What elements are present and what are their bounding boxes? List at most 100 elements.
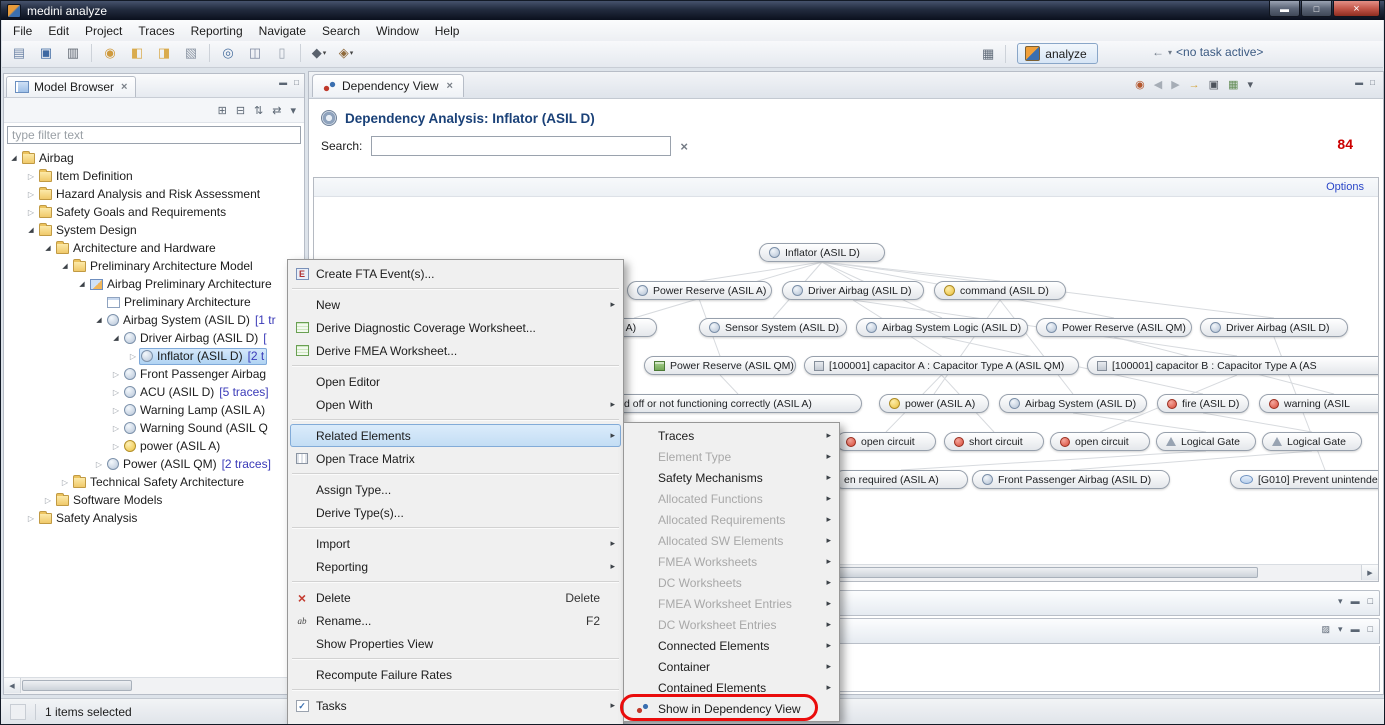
graph-node-g010-prevent-unintended-d[interactable]: [G010] Prevent unintended d [1230, 470, 1379, 489]
menu-window[interactable]: Window [368, 22, 427, 40]
expand-arrow-icon[interactable]: ◢ [110, 334, 122, 342]
sort-icon[interactable]: ⇅ [254, 104, 263, 117]
scrollbar-thumb[interactable] [22, 680, 132, 691]
graph-node-power-reserve-asil-qm[interactable]: Power Reserve (ASIL QM) [644, 356, 796, 375]
view-menu-icon[interactable]: ▾ [1338, 624, 1343, 635]
comment-icon[interactable]: ◉ [97, 43, 123, 63]
expand-arrow-icon[interactable]: ◢ [42, 244, 54, 252]
expand-arrow-icon[interactable]: ◢ [25, 226, 37, 234]
tab-model-browser[interactable]: Model Browser × [6, 76, 136, 97]
expand-arrow-icon[interactable]: ▷ [110, 388, 122, 397]
tree-item-warning-sound-asil-q[interactable]: ▷Warning Sound (ASIL Q [4, 419, 304, 437]
submenu-item-show-in-dependency-view[interactable]: Show in Dependency View [626, 698, 837, 719]
tab-dependency-view[interactable]: Dependency View × [312, 74, 464, 97]
tree-item-item-definition[interactable]: ▷Item Definition [4, 167, 304, 185]
back-icon[interactable]: ◀ [1154, 78, 1162, 91]
graph-node-driver-airbag-asil-d[interactable]: Driver Airbag (ASIL D) [782, 281, 924, 300]
perspective-analyze-button[interactable]: analyze [1017, 43, 1097, 64]
graph-node-warning-asil[interactable]: warning (ASIL [1259, 394, 1379, 413]
view-menu-icon[interactable]: ▾ [1338, 596, 1343, 607]
expand-arrow-icon[interactable]: ▷ [110, 406, 122, 415]
expand-arrow-icon[interactable]: ▷ [25, 190, 37, 199]
tree-item-power-asil-a[interactable]: ▷power (ASIL A) [4, 437, 304, 455]
graph-node-open-circuit[interactable]: open circuit [1050, 432, 1150, 451]
expand-arrow-icon[interactable]: ▷ [25, 208, 37, 217]
expand-arrow-icon[interactable]: ▷ [110, 370, 122, 379]
menu-navigate[interactable]: Navigate [251, 22, 314, 40]
submenu-item-connected-elements[interactable]: Connected Elements▸ [626, 635, 837, 656]
tree-item-software-models[interactable]: ▷Software Models [4, 491, 304, 509]
tree-item-front-passenger-airbag[interactable]: ▷Front Passenger Airbag [4, 365, 304, 383]
maximize-view-icon[interactable]: □ [1370, 78, 1375, 87]
graph-node-logical-gate[interactable]: Logical Gate [1156, 432, 1256, 451]
tree-item-technical-safety-architecture[interactable]: ▷Technical Safety Architecture [4, 473, 304, 491]
expand-arrow-icon[interactable]: ◢ [76, 280, 88, 288]
menu-item-validate[interactable]: ✓Validate [290, 717, 621, 725]
menu-help[interactable]: Help [427, 22, 468, 40]
graph-node-front-passenger-airbag-asil-d[interactable]: Front Passenger Airbag (ASIL D) [972, 470, 1170, 489]
expand-arrow-icon[interactable]: ▷ [42, 496, 54, 505]
menu-item-show-properties-view[interactable]: Show Properties View [290, 632, 621, 655]
open-model-icon[interactable]: ◧ [124, 43, 150, 63]
import-model-icon[interactable]: ◨ [151, 43, 177, 63]
menu-item-reporting[interactable]: Reporting▸ [290, 555, 621, 578]
graph-node-fire-asil-d[interactable]: fire (ASIL D) [1157, 394, 1249, 413]
menu-item-create-fta-event-s[interactable]: ECreate FTA Event(s)... [290, 262, 621, 285]
tree-item-hazard-analysis-and-risk-assessment[interactable]: ▷Hazard Analysis and Risk Assessment [4, 185, 304, 203]
expand-arrow-icon[interactable]: ▷ [110, 424, 122, 433]
snapshot-icon[interactable]: ▣ [1209, 78, 1219, 91]
graph-node-sensor-system-asil-d[interactable]: Sensor System (ASIL D) [699, 318, 847, 337]
compare-icon[interactable]: ◫ [242, 43, 268, 63]
graph-node-short-circuit[interactable]: short circuit [944, 432, 1044, 451]
menu-item-derive-type-s[interactable]: Derive Type(s)... [290, 501, 621, 524]
toolbar-icon[interactable]: ▨ [1322, 624, 1331, 635]
minimize-icon[interactable]: ▬ [1351, 596, 1360, 607]
expand-all-icon[interactable]: ⊞ [218, 104, 227, 117]
menu-item-open-trace-matrix[interactable]: Open Trace Matrix [290, 447, 621, 470]
menu-item-derive-fmea-worksheet[interactable]: Derive FMEA Worksheet... [290, 339, 621, 362]
report-icon[interactable]: ▯ [269, 43, 295, 63]
titlebar[interactable]: medini analyze ▬ □ × [1, 1, 1384, 20]
tree-item-safety-analysis[interactable]: ▷Safety Analysis [4, 509, 304, 527]
pin-dependency-icon[interactable]: ◉ [1135, 78, 1145, 91]
style-icon[interactable]: ◈▾ [333, 43, 359, 63]
maximize-icon[interactable]: □ [1368, 624, 1373, 635]
chart-icon[interactable]: ▦ [1228, 78, 1238, 91]
tree-item-power-asil-qm[interactable]: ▷Power (ASIL QM)[2 traces] [4, 455, 304, 473]
graph-node-command-asil-d[interactable]: command (ASIL D) [934, 281, 1066, 300]
maximize-view-icon[interactable]: □ [294, 78, 299, 87]
collapse-all-icon[interactable]: ⊟ [236, 104, 245, 117]
maximize-window-button[interactable]: □ [1301, 1, 1332, 17]
tree-item-preliminary-architecture-model[interactable]: ◢Preliminary Architecture Model [4, 257, 304, 275]
minimize-view-icon[interactable]: ▬ [279, 78, 287, 87]
tree-item-airbag[interactable]: ◢Airbag [4, 149, 304, 167]
tree-item-warning-lamp-asil-a[interactable]: ▷Warning Lamp (ASIL A) [4, 401, 304, 419]
tree-item-airbag-system-asil-d[interactable]: ◢Airbag System (ASIL D)[1 tr [4, 311, 304, 329]
graph-node-inflator-asil-d[interactable]: Inflator (ASIL D) [759, 243, 885, 262]
graph-node-airbag-system-asil-d[interactable]: Airbag System (ASIL D) [999, 394, 1147, 413]
menu-edit[interactable]: Edit [40, 22, 77, 40]
menu-item-rename[interactable]: abRename...F2 [290, 609, 621, 632]
close-icon[interactable]: × [447, 80, 453, 92]
tree-item-architecture-and-hardware[interactable]: ◢Architecture and Hardware [4, 239, 304, 257]
menu-project[interactable]: Project [77, 22, 130, 40]
graph-node-power-asil-a[interactable]: power (ASIL A) [879, 394, 989, 413]
menu-item-tasks[interactable]: ✓Tasks▸ [290, 694, 621, 717]
graph-node-100001-capacitor-a-capacitor-type-a-asil-qm[interactable]: [100001] capacitor A : Capacitor Type A … [804, 356, 1079, 375]
scroll-right-icon[interactable]: ▶ [1361, 565, 1378, 580]
menu-reporting[interactable]: Reporting [183, 22, 251, 40]
tree-hscrollbar[interactable]: ◀ ▶ [4, 677, 304, 694]
menu-traces[interactable]: Traces [130, 22, 182, 40]
print-icon[interactable]: ▥ [60, 43, 86, 63]
graph-node-100001-capacitor-b-capacitor-type-a-as[interactable]: [100001] capacitor B : Capacitor Type A … [1087, 356, 1379, 375]
graph-node-power-reserve-asil-a[interactable]: Power Reserve (ASIL A) [627, 281, 772, 300]
expand-arrow-icon[interactable]: ◢ [59, 262, 71, 270]
search-model-icon[interactable]: ◎ [215, 43, 241, 63]
new-wizard-icon[interactable]: ▤ [6, 43, 32, 63]
graph-node-logical-gate[interactable]: Logical Gate [1262, 432, 1362, 451]
expand-arrow-icon[interactable]: ◢ [8, 154, 20, 162]
expand-arrow-icon[interactable]: ▷ [25, 172, 37, 181]
copy-icon[interactable]: ▧ [178, 43, 204, 63]
save-icon[interactable]: ▣ [33, 43, 59, 63]
graph-node-d-off-or-not-functioning-correctly-asil-a[interactable]: d off or not functioning correctly (ASIL… [614, 394, 862, 413]
